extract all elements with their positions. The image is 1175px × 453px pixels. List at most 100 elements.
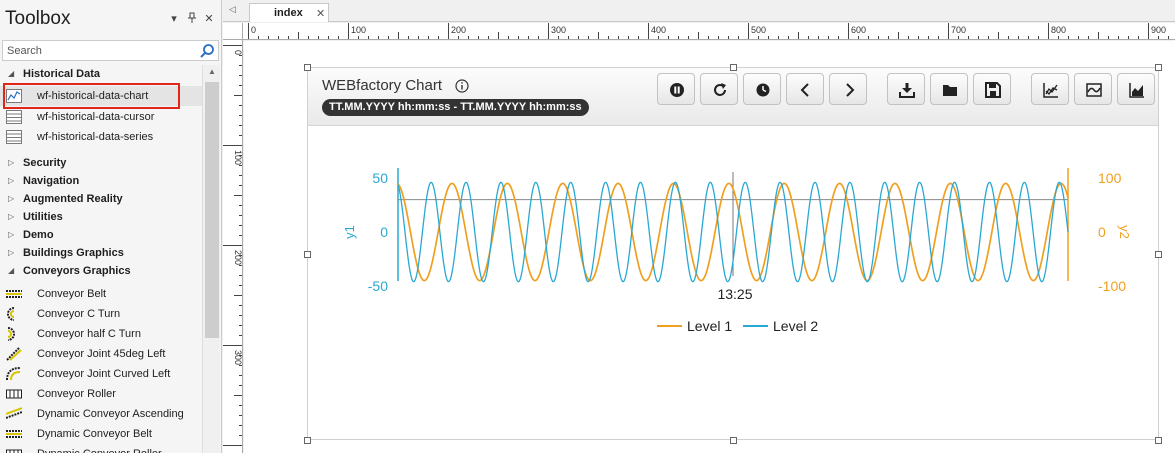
conveyor-belt-icon: [6, 430, 22, 438]
collapsed-arrow-icon: ▷: [8, 230, 15, 239]
save-button[interactable]: [973, 73, 1011, 105]
refresh-icon: [714, 83, 726, 96]
toolbox-item-historical-data-cursor[interactable]: wf-historical-data-cursor: [0, 107, 202, 127]
y1-tick-label: 0: [380, 224, 388, 240]
legend-label[interactable]: Level 2: [773, 318, 818, 334]
close-icon[interactable]: ✕: [316, 7, 325, 20]
chart-line-icon: [1043, 83, 1058, 98]
save-icon: [985, 82, 1001, 98]
toolbox-item-historical-data-series[interactable]: wf-historical-data-series: [0, 127, 202, 147]
pin-icon[interactable]: [186, 12, 198, 26]
y1-tick-label: 50: [372, 170, 388, 186]
resize-handle-n[interactable]: [730, 64, 737, 71]
ruler-label: 500: [751, 25, 766, 35]
y1-tick-label: -50: [368, 278, 388, 294]
expanded-arrow-icon: ◢: [8, 69, 15, 78]
resize-handle-nw[interactable]: [304, 64, 311, 71]
chart-line-button[interactable]: [1031, 73, 1069, 105]
pause-icon: [670, 83, 684, 97]
resize-handle-se[interactable]: [1155, 437, 1162, 444]
collapsed-arrow-icon: ▷: [8, 158, 15, 167]
table-icon: [6, 130, 22, 144]
previous-button[interactable]: [786, 73, 824, 105]
info-icon[interactable]: [455, 79, 469, 93]
category-conveyors-graphics[interactable]: ◢ Conveyors Graphics: [0, 262, 202, 280]
chart-area-button[interactable]: [1117, 73, 1155, 105]
conveyor-roller-icon: [6, 449, 22, 453]
conveyor-curved-icon: [6, 367, 21, 381]
toolbox-item-dynamic-conveyor-roller[interactable]: Dynamic Conveyor Roller: [0, 444, 202, 453]
open-button[interactable]: [930, 73, 968, 105]
resize-handle-ne[interactable]: [1155, 64, 1162, 71]
resize-handle-sw[interactable]: [304, 437, 311, 444]
search-icon[interactable]: [199, 43, 215, 59]
next-button[interactable]: [829, 73, 867, 105]
toolbox-panel: Toolbox ▾ ✕ ◢ Historical Data wf-histori…: [0, 0, 222, 453]
ruler-label: 100: [351, 25, 366, 35]
ruler-label: 200: [233, 250, 243, 265]
category-augmented-reality[interactable]: ▷ Augmented Reality: [0, 190, 202, 208]
pause-button[interactable]: [657, 73, 695, 105]
chart-title: WEBfactory Chart: [322, 77, 443, 94]
y2-axis-title: y2: [1117, 225, 1132, 239]
category-demo[interactable]: ▷ Demo: [0, 226, 202, 244]
chevron-down-icon[interactable]: ▾: [168, 12, 180, 26]
download-icon: [899, 83, 915, 98]
vertical-ruler: 0 100 200 300: [223, 40, 243, 453]
ruler-label: 600: [851, 25, 866, 35]
y2-tick-label: -100: [1098, 278, 1126, 294]
category-buildings-graphics[interactable]: ▷ Buildings Graphics: [0, 244, 202, 262]
conveyor-belt-icon: [6, 290, 22, 298]
y1-axis-title: y1: [342, 225, 357, 239]
category-security[interactable]: ▷ Security: [0, 154, 202, 172]
horizontal-ruler: 0 100 200 300 400 500 600 700 800 900: [243, 23, 1175, 40]
chart-wave-icon: [1086, 83, 1102, 97]
chart-area-icon: [1129, 83, 1144, 98]
toolbox-item-historical-data-chart[interactable]: wf-historical-data-chart: [0, 86, 202, 106]
time-range-badge: TT.MM.YYYY hh:mm:ss - TT.MM.YYYY hh:mm:s…: [322, 99, 589, 116]
conveyor-c-turn-icon: [7, 307, 15, 321]
x-tick-label: 13:25: [717, 286, 752, 302]
ruler-label: 200: [451, 25, 466, 35]
legend-label[interactable]: Level 1: [687, 318, 732, 334]
toolbox-item-conveyor-half-c-turn[interactable]: Conveyor half C Turn: [0, 324, 202, 344]
close-icon[interactable]: ✕: [203, 12, 215, 26]
ruler-label: 400: [651, 25, 666, 35]
collapsed-arrow-icon: ▷: [8, 176, 15, 185]
search-input[interactable]: [7, 44, 192, 58]
toolbox-title: Toolbox: [5, 8, 71, 29]
toolbox-search[interactable]: [2, 40, 219, 61]
toolbox-item-dynamic-conveyor-ascending[interactable]: Dynamic Conveyor Ascending: [0, 404, 202, 424]
scrollbar-thumb[interactable]: [205, 82, 219, 338]
clock-icon: [756, 83, 770, 97]
export-button[interactable]: [887, 73, 925, 105]
category-utilities[interactable]: ▷ Utilities: [0, 208, 202, 226]
refresh-button[interactable]: [700, 73, 738, 105]
toolbox-item-conveyor-belt[interactable]: Conveyor Belt: [0, 284, 202, 304]
time-button[interactable]: [743, 73, 781, 105]
toolbox-item-dynamic-conveyor-belt[interactable]: Dynamic Conveyor Belt: [0, 424, 202, 444]
toolbox-item-conveyor-joint-45deg-left[interactable]: Conveyor Joint 45deg Left: [0, 344, 202, 364]
chart-header: WEBfactory Chart TT.MM.YYYY hh:mm:ss - T…: [308, 68, 1158, 126]
chart-wave-button[interactable]: [1074, 73, 1112, 105]
category-navigation[interactable]: ▷ Navigation: [0, 172, 202, 190]
ruler-label: 800: [1051, 25, 1066, 35]
category-historical-data[interactable]: ◢ Historical Data: [0, 65, 202, 83]
toolbox-header: Toolbox ▾ ✕: [0, 0, 221, 38]
collapsed-arrow-icon: ▷: [8, 212, 15, 221]
toolbox-item-conveyor-joint-curved-left[interactable]: Conveyor Joint Curved Left: [0, 364, 202, 384]
scroll-up-icon[interactable]: ▲: [205, 67, 219, 79]
conveyor-ascending-icon: [6, 407, 22, 419]
toolbox-scrollbar[interactable]: ▲: [202, 65, 220, 453]
tab-index[interactable]: index ✕: [249, 3, 329, 22]
y2-tick-label: 0: [1098, 224, 1106, 240]
table-icon: [6, 110, 22, 124]
expanded-arrow-icon: ◢: [8, 266, 15, 275]
ruler-label: 0: [233, 50, 243, 55]
tab-scroll-left-icon[interactable]: ◁: [229, 4, 236, 15]
toolbox-item-conveyor-c-turn[interactable]: Conveyor C Turn: [0, 304, 202, 324]
resize-handle-s[interactable]: [730, 437, 737, 444]
ruler-label: 300: [233, 350, 243, 365]
conveyor-joint-icon: [6, 347, 22, 361]
toolbox-item-conveyor-roller[interactable]: Conveyor Roller: [0, 384, 202, 404]
